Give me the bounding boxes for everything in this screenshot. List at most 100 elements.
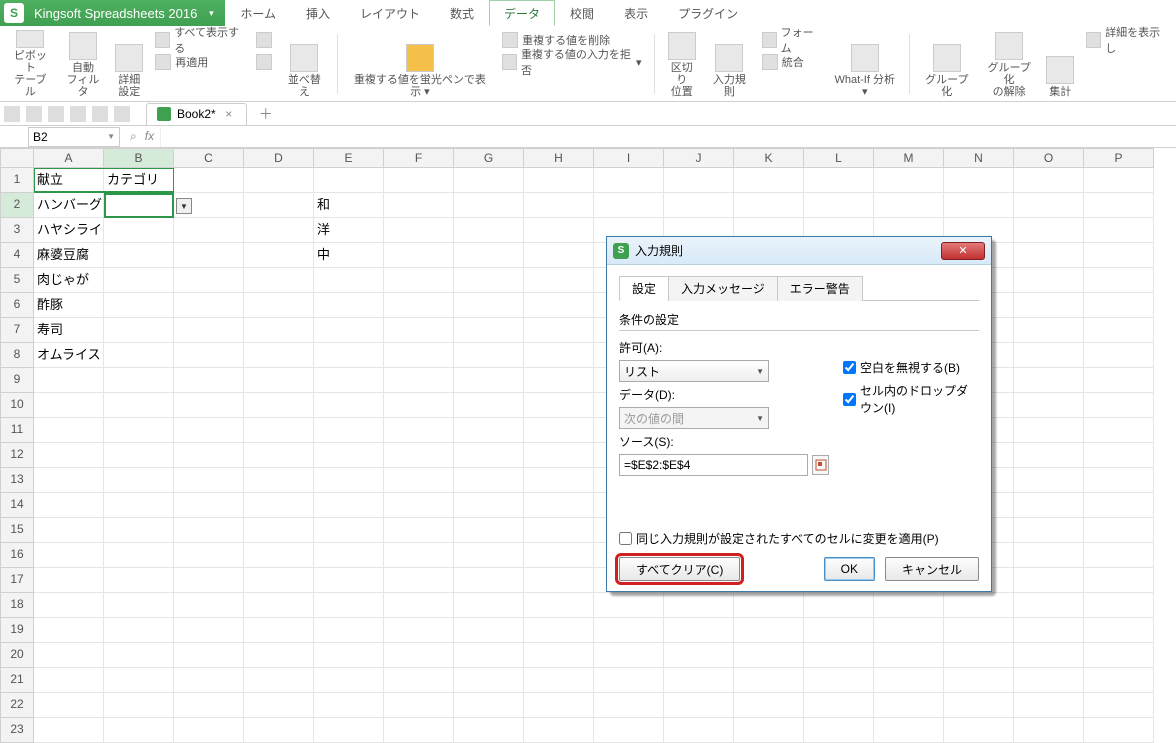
cell-J21[interactable]	[664, 668, 734, 693]
cell-P22[interactable]	[1084, 693, 1154, 718]
cell-H5[interactable]	[524, 268, 594, 293]
cell-A4[interactable]: 麻婆豆腐	[34, 243, 104, 268]
cell-L22[interactable]	[804, 693, 874, 718]
cell-dropdown-button[interactable]: ▼	[176, 198, 192, 214]
cell-F1[interactable]	[384, 168, 454, 193]
cell-A7[interactable]: 寿司	[34, 318, 104, 343]
cell-G20[interactable]	[454, 643, 524, 668]
cell-B23[interactable]	[104, 718, 174, 743]
menu-tab-4[interactable]: データ	[489, 0, 555, 26]
cell-P13[interactable]	[1084, 468, 1154, 493]
cell-P23[interactable]	[1084, 718, 1154, 743]
cell-E22[interactable]	[314, 693, 384, 718]
cell-A1[interactable]: 献立	[34, 168, 104, 193]
cell-O1[interactable]	[1014, 168, 1084, 193]
range-picker-button[interactable]	[812, 455, 829, 475]
document-tab[interactable]: Book2* ×	[146, 103, 247, 125]
cell-C19[interactable]	[174, 618, 244, 643]
formula-input[interactable]	[160, 127, 1176, 147]
cell-B4[interactable]	[104, 243, 174, 268]
cell-D2[interactable]	[244, 193, 314, 218]
cell-O11[interactable]	[1014, 418, 1084, 443]
cell-O17[interactable]	[1014, 568, 1084, 593]
cell-C5[interactable]	[174, 268, 244, 293]
col-header-K[interactable]: K	[734, 148, 804, 168]
cell-F18[interactable]	[384, 593, 454, 618]
cell-P16[interactable]	[1084, 543, 1154, 568]
fx-function-icon[interactable]: fx	[145, 129, 154, 144]
cell-O5[interactable]	[1014, 268, 1084, 293]
ribbon-sort[interactable]: 並べ替え	[280, 30, 329, 98]
cell-N22[interactable]	[944, 693, 1014, 718]
cell-F21[interactable]	[384, 668, 454, 693]
cell-F19[interactable]	[384, 618, 454, 643]
cell-F7[interactable]	[384, 318, 454, 343]
cell-F23[interactable]	[384, 718, 454, 743]
cell-M18[interactable]	[874, 593, 944, 618]
cell-E20[interactable]	[314, 643, 384, 668]
cell-L18[interactable]	[804, 593, 874, 618]
tab-error-alert[interactable]: エラー警告	[777, 276, 863, 301]
cell-D19[interactable]	[244, 618, 314, 643]
cell-E13[interactable]	[314, 468, 384, 493]
cell-E4[interactable]: 中	[314, 243, 384, 268]
row-header-17[interactable]: 17	[0, 568, 34, 593]
ok-button[interactable]: OK	[824, 557, 875, 581]
row-header-6[interactable]: 6	[0, 293, 34, 318]
row-header-21[interactable]: 21	[0, 668, 34, 693]
menu-tab-3[interactable]: 数式	[435, 0, 489, 26]
cell-O14[interactable]	[1014, 493, 1084, 518]
cell-O12[interactable]	[1014, 443, 1084, 468]
cell-B9[interactable]	[104, 368, 174, 393]
cell-G13[interactable]	[454, 468, 524, 493]
cell-M19[interactable]	[874, 618, 944, 643]
cell-I20[interactable]	[594, 643, 664, 668]
row-header-10[interactable]: 10	[0, 393, 34, 418]
cell-P10[interactable]	[1084, 393, 1154, 418]
cell-O20[interactable]	[1014, 643, 1084, 668]
cell-F14[interactable]	[384, 493, 454, 518]
cell-E17[interactable]	[314, 568, 384, 593]
cell-K22[interactable]	[734, 693, 804, 718]
cell-D6[interactable]	[244, 293, 314, 318]
cell-N1[interactable]	[944, 168, 1014, 193]
cell-D18[interactable]	[244, 593, 314, 618]
cell-P6[interactable]	[1084, 293, 1154, 318]
cell-A8[interactable]: オムライス	[34, 343, 104, 368]
ribbon-reapply[interactable]: 再適用	[155, 52, 208, 72]
cell-H19[interactable]	[524, 618, 594, 643]
cell-P18[interactable]	[1084, 593, 1154, 618]
cell-J18[interactable]	[664, 593, 734, 618]
cell-C22[interactable]	[174, 693, 244, 718]
row-header-3[interactable]: 3	[0, 218, 34, 243]
cell-G22[interactable]	[454, 693, 524, 718]
menu-tab-5[interactable]: 校閲	[555, 0, 609, 26]
cell-K21[interactable]	[734, 668, 804, 693]
cell-C7[interactable]	[174, 318, 244, 343]
cell-O13[interactable]	[1014, 468, 1084, 493]
cell-D9[interactable]	[244, 368, 314, 393]
col-header-L[interactable]: L	[804, 148, 874, 168]
col-header-D[interactable]: D	[244, 148, 314, 168]
cell-O7[interactable]	[1014, 318, 1084, 343]
cell-A5[interactable]: 肉じゃが	[34, 268, 104, 293]
cell-B15[interactable]	[104, 518, 174, 543]
cell-E7[interactable]	[314, 318, 384, 343]
cell-E16[interactable]	[314, 543, 384, 568]
cell-B2[interactable]	[104, 193, 174, 218]
cell-C23[interactable]	[174, 718, 244, 743]
cell-C1[interactable]	[174, 168, 244, 193]
cell-A9[interactable]	[34, 368, 104, 393]
cell-C18[interactable]	[174, 593, 244, 618]
cell-D15[interactable]	[244, 518, 314, 543]
cell-B10[interactable]	[104, 393, 174, 418]
cell-P7[interactable]	[1084, 318, 1154, 343]
cell-E2[interactable]: 和	[314, 193, 384, 218]
row-header-8[interactable]: 8	[0, 343, 34, 368]
ribbon-show-all[interactable]: すべて表示する	[155, 30, 244, 50]
row-header-16[interactable]: 16	[0, 543, 34, 568]
cell-I18[interactable]	[594, 593, 664, 618]
cell-H4[interactable]	[524, 243, 594, 268]
cell-A22[interactable]	[34, 693, 104, 718]
apply-same-checkbox[interactable]: 同じ入力規則が設定されたすべてのセルに変更を適用(P)	[619, 530, 979, 547]
